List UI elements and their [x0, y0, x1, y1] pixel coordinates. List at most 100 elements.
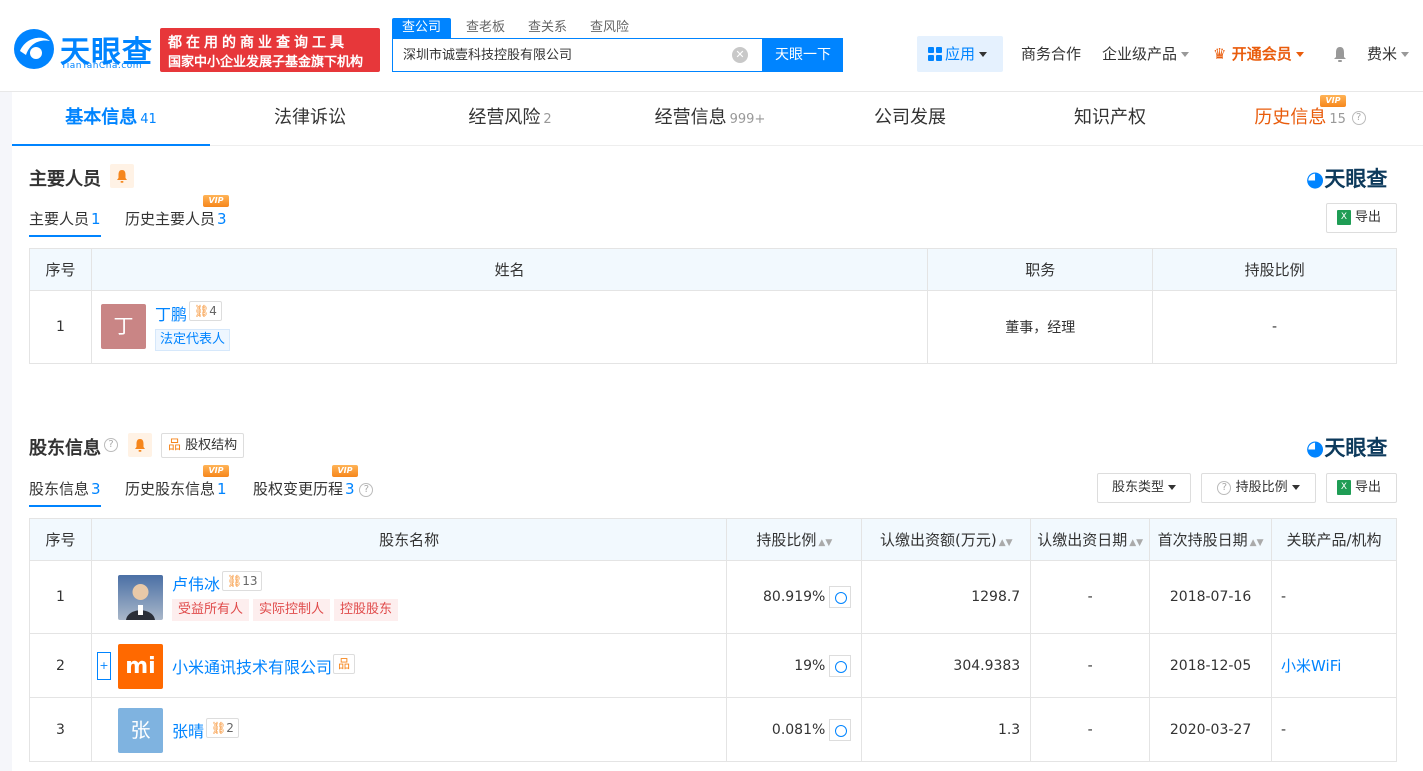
tianyancha-mini-icon: ◕: [1306, 436, 1325, 460]
tab-label: 公司发展: [874, 107, 946, 128]
vip-badge: VIP: [332, 465, 358, 477]
export-button[interactable]: X 导出: [1326, 203, 1397, 233]
clear-icon[interactable]: ✕: [732, 47, 748, 63]
subtab-shareholders[interactable]: 股东信息 3: [29, 478, 101, 507]
col-ratio[interactable]: 持股比例 ▲▼: [726, 518, 863, 561]
subtab-label: 历史主要人员: [125, 210, 216, 228]
shareholder-name-link[interactable]: 小米通讯技术有限公司: [172, 654, 332, 678]
cell-person: 丁 丁鹏 ⛓4 法定代表人: [90, 290, 929, 364]
avatar[interactable]: 张: [117, 708, 163, 753]
tab-risk[interactable]: 经营风险 2: [410, 92, 610, 146]
tianyancha-logo-icon[interactable]: [12, 27, 56, 71]
pie-chart-icon[interactable]: [829, 586, 852, 608]
structure-icon[interactable]: 品: [332, 654, 355, 674]
search-tab-relation[interactable]: 查关系: [518, 18, 577, 38]
chevron-down-icon: [1401, 52, 1410, 57]
subtab-count: 3: [217, 210, 227, 228]
xiaomi-logo-icon[interactable]: mi: [117, 644, 163, 689]
ratio-filter[interactable]: ? 持股比例: [1201, 473, 1316, 503]
subtab-equity-changes[interactable]: 股权变更历程 3 ?: [253, 478, 374, 499]
tab-legal[interactable]: 法律诉讼: [210, 92, 410, 146]
table-row: 1 卢伟冰 ⛓13 受益所有人 实际控制人 控股股东 80.919% 1298.7 …: [29, 560, 1397, 634]
tag-actual-controller: 实际控制人: [252, 599, 330, 621]
subtab-label: 股东信息: [29, 480, 90, 498]
relations-chip[interactable]: ⛓4: [188, 301, 222, 321]
cell-ratio: -: [1152, 290, 1397, 364]
subtab-personnel[interactable]: 主要人员 1: [29, 208, 101, 237]
tab-ip[interactable]: 知识产权: [1010, 92, 1210, 146]
help-icon[interactable]: ?: [359, 482, 374, 497]
export-button[interactable]: X 导出: [1326, 473, 1397, 503]
export-label: 导出: [1355, 210, 1382, 225]
shareholders-title: 股东信息: [29, 438, 101, 459]
tab-history[interactable]: 历史信息 15 ?: [1210, 92, 1410, 146]
bell-icon: [135, 439, 145, 452]
pie-chart-icon[interactable]: [829, 654, 852, 677]
tab-label: 法律诉讼: [274, 107, 346, 128]
relations-count: 2: [226, 721, 234, 735]
subtab-label: 主要人员: [29, 210, 90, 228]
tab-operation[interactable]: 经营信息 999+: [610, 92, 810, 146]
tag-controlling-shareholder: 控股股东: [333, 599, 398, 621]
col-shareholder-name: 股东名称: [90, 518, 728, 561]
help-icon[interactable]: ?: [1351, 111, 1366, 125]
search-button[interactable]: 天眼一下: [763, 38, 843, 72]
relations-count: 4: [209, 304, 217, 318]
nav-user[interactable]: 费米: [1367, 36, 1410, 72]
relations-chip[interactable]: ⛓13: [221, 571, 263, 591]
col-position: 职务: [927, 248, 1154, 291]
avatar[interactable]: 丁: [100, 304, 146, 349]
header-label: 首次持股日期: [1157, 531, 1248, 549]
col-first-date[interactable]: 首次持股日期 ▲▼: [1149, 518, 1273, 561]
help-icon: ?: [1217, 480, 1232, 495]
nav-user-label: 费米: [1367, 45, 1398, 63]
vip-badge: VIP: [203, 195, 229, 207]
help-icon[interactable]: ?: [104, 438, 118, 452]
search-tab-boss[interactable]: 查老板: [456, 18, 515, 38]
subtab-count: 1: [217, 480, 227, 498]
pie-chart-icon[interactable]: [829, 718, 852, 741]
cell-ratio: 0.081%: [726, 697, 863, 762]
relations-chip[interactable]: ⛓2: [205, 718, 239, 738]
bell-icon[interactable]: [1333, 46, 1347, 62]
col-name: 姓名: [90, 248, 929, 291]
subtab-count: 3: [91, 480, 101, 498]
table-row: 2 + mi 小米通讯技术有限公司 品 19% 304.9383 - 2018-…: [29, 633, 1397, 698]
col-capital-date[interactable]: 认缴出资日期 ▲▼: [1030, 518, 1151, 561]
cell-capital: 1.3: [861, 697, 1032, 762]
relation-graph-icon: ⛓: [226, 574, 243, 588]
product-link[interactable]: 小米WiFi: [1281, 657, 1341, 675]
search-box: ✕: [392, 38, 763, 72]
chevron-down-icon: [1291, 485, 1300, 490]
cell-capital: 1298.7: [861, 560, 1032, 634]
search-tab-risk[interactable]: 查风险: [580, 18, 639, 38]
person-name-link[interactable]: 丁鹏: [155, 301, 187, 325]
subtab-history-personnel[interactable]: 历史主要人员 3: [125, 208, 227, 229]
expand-icon[interactable]: +: [96, 652, 111, 680]
shareholders-table: 序号 股东名称 持股比例 ▲▼ 认缴出资额(万元) ▲▼ 认缴出资日期 ▲▼ 首次持股…: [29, 518, 1397, 762]
equity-structure-button[interactable]: 品 股权结构: [161, 433, 245, 458]
nav-business[interactable]: 商务合作: [1021, 36, 1081, 72]
shareholders-monitor[interactable]: [128, 433, 152, 457]
shareholder-name-link[interactable]: 卢伟冰: [172, 571, 220, 595]
tab-count: 999+: [729, 112, 766, 127]
subtab-history-shareholders[interactable]: 历史股东信息 1: [125, 478, 227, 499]
personnel-monitor[interactable]: [110, 164, 134, 188]
tab-basic-info[interactable]: 基本信息 41: [12, 92, 210, 146]
tab-development[interactable]: 公司发展: [810, 92, 1010, 146]
cell-related-product: 小米WiFi: [1271, 633, 1397, 698]
person-photo-icon: [125, 584, 155, 620]
col-capital[interactable]: 认缴出资额(万元) ▲▼: [861, 518, 1032, 561]
tianyancha-mini-icon: ◕: [1306, 167, 1325, 191]
nav-vip[interactable]: ♛ 开通会员: [1213, 36, 1304, 72]
shareholder-name-link[interactable]: 张晴: [172, 718, 204, 742]
nav-app-menu[interactable]: 应用: [917, 36, 1003, 72]
search-tab-company[interactable]: 查公司: [392, 18, 452, 38]
avatar[interactable]: [117, 575, 163, 620]
col-related-product: 关联产品/机构: [1271, 518, 1397, 561]
nav-enterprise-products[interactable]: 企业级产品: [1102, 36, 1190, 72]
sort-icon: ▲▼: [1129, 538, 1144, 548]
shareholder-type-filter[interactable]: 股东类型: [1097, 473, 1191, 503]
search-input[interactable]: [403, 46, 723, 61]
col-ratio: 持股比例: [1152, 248, 1397, 291]
